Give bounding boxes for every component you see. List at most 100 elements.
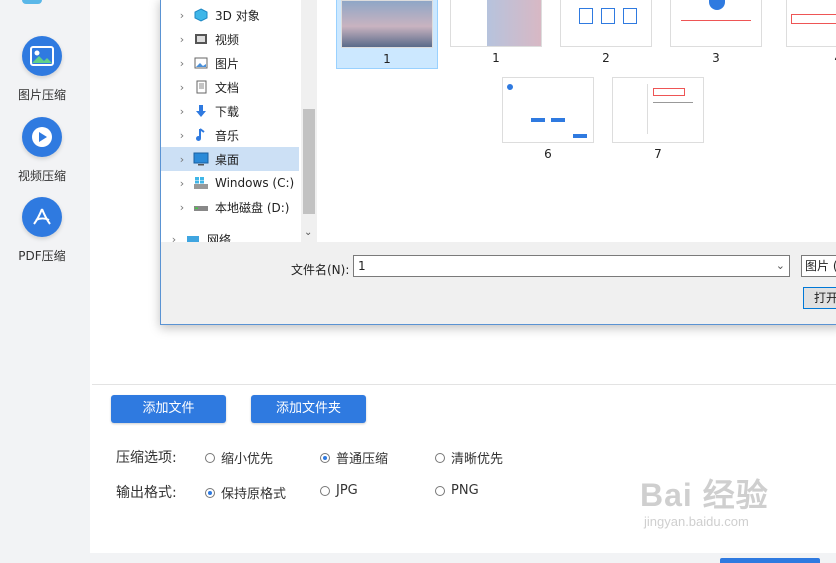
radio-label: 清晰优先 [451, 452, 504, 467]
radio-label: PNG [451, 483, 479, 498]
radio-dot [320, 485, 330, 496]
filename-value: 1 [358, 259, 366, 273]
chevron-right-icon[interactable]: › [161, 9, 193, 22]
watermark: Bai 经验 jingyan.baidu.com [640, 470, 769, 529]
chevron-right-icon[interactable]: › [161, 105, 193, 118]
radio-dot [435, 485, 445, 496]
nav-item-drive-c[interactable]: › Windows (C:) [161, 171, 301, 195]
chevron-right-icon[interactable]: › [161, 177, 193, 190]
file-preview [502, 77, 594, 143]
nav-item-music[interactable]: › 音乐 [161, 123, 301, 147]
chevron-right-icon[interactable]: › [161, 33, 193, 46]
filetype-select[interactable]: 图片 ( [801, 255, 836, 277]
chevron-right-icon[interactable]: › [161, 57, 193, 70]
bottom-start-button-edge[interactable] [720, 558, 820, 563]
file-preview [560, 0, 652, 47]
nav-item-videos[interactable]: › 视频 [161, 27, 301, 51]
file-name: 2 [602, 51, 610, 65]
nav-item-drive-d[interactable]: › 本地磁盘 (D:) [161, 195, 301, 219]
nav-item-label: 视频 [215, 32, 240, 47]
file-name: 3 [712, 51, 720, 65]
network-icon [185, 231, 201, 242]
nav-item-downloads[interactable]: › 下载 [161, 99, 301, 123]
chevron-right-icon[interactable]: › [161, 233, 185, 243]
radio-keep-format[interactable]: 保持原格式 [205, 483, 286, 502]
radio-dot [205, 452, 215, 463]
compress-options-label: 压缩选项: [116, 450, 177, 466]
nav-item-documents[interactable]: › 文档 [161, 75, 301, 99]
nav-item-label: 桌面 [215, 152, 240, 167]
filename-input[interactable]: 1 ⌄ [353, 255, 790, 277]
tool-pdf-compress[interactable]: PDF压缩 [0, 197, 84, 264]
file-name: 1 [492, 51, 500, 65]
nav-scrollbar[interactable]: ⌄ [301, 0, 317, 242]
chevron-right-icon[interactable]: › [161, 201, 193, 214]
file-thumbnail[interactable]: 4 [776, 0, 836, 65]
desktop-icon [193, 151, 209, 167]
tool-label: 视频压缩 [17, 169, 66, 183]
file-thumbnail[interactable]: 7 [608, 77, 708, 161]
file-preview [612, 77, 704, 143]
file-name: 7 [654, 147, 662, 161]
radio-normal-compress[interactable]: 普通压缩 [320, 448, 388, 467]
add-file-button[interactable]: 添加文件 [111, 395, 226, 423]
nav-item-label: 本地磁盘 (D:) [215, 200, 290, 215]
nav-item-desktop[interactable]: › 桌面 [161, 147, 299, 171]
chevron-down-icon[interactable]: ⌄ [776, 256, 785, 276]
video-folder-icon [193, 31, 209, 47]
pictures-folder-icon [193, 55, 209, 71]
nav-item-label: 文档 [215, 80, 240, 95]
image-icon [22, 36, 62, 76]
file-name: 4 [776, 51, 836, 65]
radio-label: JPG [336, 483, 358, 498]
nav-item-label: 3D 对象 [215, 8, 260, 23]
file-thumbnail[interactable]: 3 [666, 0, 766, 65]
radio-shrink-first[interactable]: 缩小优先 [205, 448, 273, 467]
file-preview [670, 0, 762, 47]
divider [92, 384, 836, 385]
radio-png[interactable]: PNG [435, 483, 479, 498]
file-open-dialog: › 3D 对象 › 视频 › 图片 › 文档 › 下载 › 音乐 › 桌面 › … [160, 0, 836, 325]
pdf-icon [22, 197, 62, 237]
file-name: 6 [544, 147, 552, 161]
file-preview [786, 0, 836, 47]
nav-item-3d-objects[interactable]: › 3D 对象 [161, 3, 301, 27]
radio-dot-checked [205, 487, 215, 498]
watermark-logo: Bai 经验 [640, 477, 769, 513]
scrollbar-thumb[interactable] [303, 109, 315, 214]
filename-label: 文件名(N): [291, 263, 350, 277]
disk-drive-icon [193, 199, 209, 215]
radio-label: 缩小优先 [221, 452, 274, 467]
file-thumbnail[interactable]: 1 [336, 0, 438, 69]
watermark-url: jingyan.baidu.com [644, 514, 749, 529]
nav-item-label: Windows (C:) [215, 176, 295, 190]
file-thumbnail[interactable]: 1 [446, 0, 546, 65]
file-preview [450, 0, 542, 47]
nav-item-network[interactable]: › 网络 [161, 227, 301, 242]
tool-video-compress[interactable]: 视频压缩 [0, 117, 84, 184]
nav-item-label: 图片 [215, 56, 240, 71]
radio-label: 普通压缩 [336, 452, 389, 467]
app-logo [22, 0, 42, 4]
chevron-right-icon[interactable]: › [161, 129, 193, 142]
radio-label: 保持原格式 [221, 487, 287, 502]
radio-dot-checked [320, 452, 330, 463]
open-button[interactable]: 打开 [803, 287, 836, 309]
file-thumbnail[interactable]: 2 [556, 0, 656, 65]
nav-item-pictures[interactable]: › 图片 [161, 51, 301, 75]
scroll-down-icon[interactable]: ⌄ [304, 227, 312, 238]
radio-clarity-first[interactable]: 清晰优先 [435, 448, 503, 467]
chevron-right-icon[interactable]: › [161, 81, 193, 94]
tool-label: 图片压缩 [17, 88, 66, 102]
download-arrow-icon [193, 103, 209, 119]
file-preview [341, 0, 433, 48]
music-note-icon [193, 127, 209, 143]
chevron-right-icon[interactable]: › [161, 153, 193, 166]
radio-jpg[interactable]: JPG [320, 483, 358, 498]
app-sidebar: 图片压缩 视频压缩 PDF压缩 [0, 0, 90, 563]
play-icon [22, 117, 62, 157]
file-thumbnail[interactable]: 6 [498, 77, 598, 161]
file-list: 1 1 2 3 4 [318, 0, 836, 242]
add-folder-button[interactable]: 添加文件夹 [251, 395, 366, 423]
tool-image-compress[interactable]: 图片压缩 [0, 36, 84, 103]
